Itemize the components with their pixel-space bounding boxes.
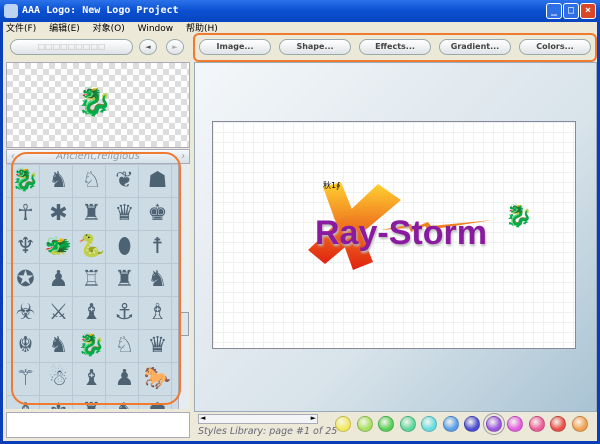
color-swatch[interactable]: [507, 416, 523, 432]
canvas-small-text: 秋1∮: [323, 181, 341, 190]
color-swatch[interactable]: [356, 416, 373, 432]
work-area: 秋1∮ 🐉 Ray-Storm: [194, 62, 597, 412]
maximize-button[interactable]: □: [563, 3, 579, 19]
color-swatch[interactable]: [550, 416, 566, 432]
next-button[interactable]: ►: [166, 39, 184, 55]
search-input[interactable]: □□□□□□□□□: [10, 39, 133, 55]
color-swatch[interactable]: [378, 416, 394, 432]
grid-highlight: [11, 152, 181, 405]
menu-edit[interactable]: 编辑(E): [49, 24, 80, 34]
effects-button[interactable]: Effects...: [359, 39, 431, 55]
color-swatch[interactable]: [464, 416, 480, 432]
color-swatch[interactable]: [335, 416, 351, 432]
menu-file[interactable]: 文件(F): [6, 24, 36, 34]
app-icon: [4, 4, 18, 18]
dragon-icon: 🐉: [505, 204, 533, 229]
left-bottom-field: [6, 412, 190, 438]
menu-window[interactable]: Window: [138, 24, 174, 34]
logo-canvas[interactable]: 秋1∮ 🐉 Ray-Storm: [212, 121, 576, 349]
logo-text[interactable]: Ray-Storm: [315, 214, 487, 253]
dragon-icon: 🐉: [77, 85, 112, 118]
close-button[interactable]: ×: [580, 3, 596, 19]
scrollbar-thumb[interactable]: [180, 312, 189, 336]
color-swatch[interactable]: [571, 416, 588, 432]
scroll-right-icon[interactable]: ►: [311, 414, 316, 422]
menu-object[interactable]: 对象(O): [93, 24, 125, 34]
horizontal-scrollbar[interactable]: ◄ ►: [198, 414, 318, 424]
main-window: 文件(F) 编辑(E) 对象(O) Window 帮助(H) □□□□□□□□□…: [3, 22, 597, 441]
color-swatch[interactable]: [399, 416, 416, 432]
image-button[interactable]: Image...: [199, 39, 271, 55]
category-next[interactable]: ›: [181, 150, 185, 163]
window-title: AAA Logo: New Logo Project: [22, 5, 179, 16]
title-bar: AAA Logo: New Logo Project _ □ ×: [0, 0, 600, 22]
logo-preview: 🐉: [6, 62, 190, 148]
color-swatch[interactable]: [442, 416, 459, 432]
prev-button[interactable]: ◄: [139, 39, 157, 55]
color-swatch[interactable]: [421, 416, 437, 432]
gradient-button[interactable]: Gradient...: [439, 39, 511, 55]
color-swatch[interactable]: [482, 413, 505, 435]
color-swatch[interactable]: [528, 416, 545, 432]
status-text: Styles Library: page #1 of 25: [198, 426, 338, 437]
colors-button[interactable]: Colors...: [519, 39, 591, 55]
styles-library-bar: ◄ ► Styles Library: page #1 of 25: [194, 412, 597, 438]
scroll-left-icon[interactable]: ◄: [200, 414, 205, 422]
shape-button[interactable]: Shape...: [279, 39, 351, 55]
minimize-button[interactable]: _: [546, 3, 562, 19]
